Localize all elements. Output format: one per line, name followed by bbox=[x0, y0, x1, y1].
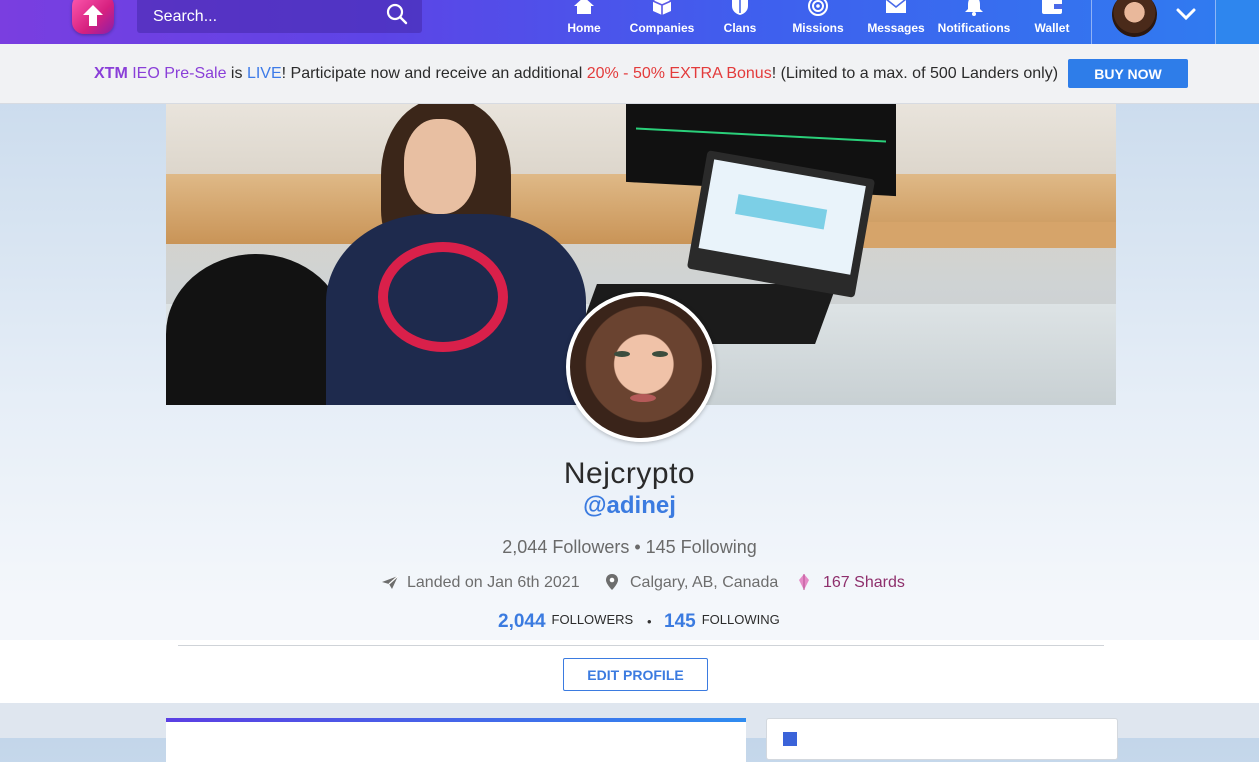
search-input[interactable] bbox=[151, 5, 375, 29]
app-logo[interactable] bbox=[72, 0, 114, 34]
promo-is: is bbox=[226, 65, 247, 82]
nav-companies[interactable]: Companies bbox=[623, 0, 701, 44]
following-count: 145 bbox=[664, 611, 696, 632]
followers-label: FOLLOWERS bbox=[551, 612, 634, 627]
home-icon bbox=[574, 0, 594, 14]
nav-missions[interactable]: Missions bbox=[779, 0, 857, 44]
avatar-eye bbox=[614, 351, 630, 357]
profile-follow-counts: 2,044 Followers • 145 Following bbox=[502, 537, 757, 557]
cover-legs bbox=[166, 254, 346, 405]
promo-bonus: 20% - 50% EXTRA Bonus bbox=[586, 65, 772, 82]
plane-icon bbox=[382, 575, 399, 589]
profile-name: Nejcrypto bbox=[563, 457, 696, 490]
map-pin-icon bbox=[606, 574, 618, 590]
promo-participate: ! Participate now and receive an additio… bbox=[281, 65, 587, 82]
logo-arrow-icon bbox=[83, 5, 103, 26]
followers-stat[interactable]: 2,044 FOLLOWERS bbox=[498, 611, 633, 633]
top-navbar: Home Companies Clans Missions Messages bbox=[0, 0, 1259, 44]
cover-laptop-screen bbox=[698, 159, 866, 275]
location-text: Calgary, AB, Canada bbox=[630, 574, 779, 591]
following-stat[interactable]: 145 FOLLOWING bbox=[664, 611, 780, 633]
nav-divider bbox=[1091, 0, 1092, 44]
promo-text: XTM IEO Pre-Sale is LIVE! Participate no… bbox=[94, 65, 1058, 83]
target-icon bbox=[808, 0, 828, 16]
cover-laptop-bar bbox=[735, 194, 828, 230]
avatar-eye bbox=[652, 351, 668, 357]
envelope-icon bbox=[885, 0, 907, 13]
shield-icon bbox=[732, 0, 748, 15]
cover-face bbox=[404, 119, 476, 214]
nav-notifications[interactable]: Notifications bbox=[934, 0, 1014, 44]
nav-messages-label: Messages bbox=[867, 21, 925, 35]
nav-home[interactable]: Home bbox=[545, 0, 623, 44]
nav-missions-label: Missions bbox=[792, 21, 844, 35]
nav-companies-label: Companies bbox=[629, 21, 695, 35]
nav-messages[interactable]: Messages bbox=[857, 0, 935, 44]
nav-wallet-label: Wallet bbox=[1034, 21, 1070, 35]
promo-xtm: XTM bbox=[94, 65, 128, 82]
cover-hoodie-print bbox=[378, 242, 508, 352]
profile-divider bbox=[178, 645, 1104, 646]
promo-limit: ! (Limited to a max. of 500 Landers only… bbox=[771, 65, 1059, 82]
avatar-lips bbox=[630, 394, 656, 402]
shards-text: 167 Shards bbox=[823, 574, 905, 591]
user-avatar[interactable] bbox=[1112, 0, 1157, 37]
feed-card bbox=[166, 718, 746, 762]
edit-profile-button[interactable]: EDIT PROFILE bbox=[563, 658, 708, 691]
nav-notifications-label: Notifications bbox=[937, 21, 1011, 35]
wallet-icon bbox=[1042, 0, 1062, 14]
promo-ieo: IEO Pre-Sale bbox=[127, 65, 227, 82]
gem-icon bbox=[799, 574, 809, 590]
nav-clans[interactable]: Clans bbox=[701, 0, 779, 44]
cover-monitor-line bbox=[636, 127, 886, 143]
promo-live: LIVE bbox=[246, 65, 282, 82]
search-box bbox=[137, 0, 422, 33]
following-label: FOLLOWING bbox=[701, 612, 780, 627]
nav-clans-label: Clans bbox=[723, 21, 757, 35]
nav-right-block bbox=[1216, 0, 1259, 44]
promo-banner: XTM IEO Pre-Sale is LIVE! Participate no… bbox=[0, 44, 1259, 104]
profile-avatar[interactable] bbox=[566, 292, 716, 442]
stat-separator: • bbox=[647, 614, 652, 629]
followers-count: 2,044 bbox=[498, 611, 546, 632]
side-card bbox=[766, 718, 1118, 760]
cube-icon bbox=[652, 0, 672, 15]
card-icon bbox=[783, 732, 797, 746]
landed-date-text: Landed on Jan 6th 2021 bbox=[407, 574, 580, 591]
search-icon[interactable] bbox=[386, 3, 408, 25]
nav-home-label: Home bbox=[567, 21, 601, 35]
bell-icon bbox=[965, 0, 983, 16]
profile-handle[interactable]: @adinej bbox=[0, 492, 1259, 520]
buy-now-button[interactable]: BUY NOW bbox=[1068, 59, 1188, 88]
chevron-down-icon[interactable] bbox=[1175, 5, 1197, 23]
nav-wallet[interactable]: Wallet bbox=[1013, 0, 1091, 44]
